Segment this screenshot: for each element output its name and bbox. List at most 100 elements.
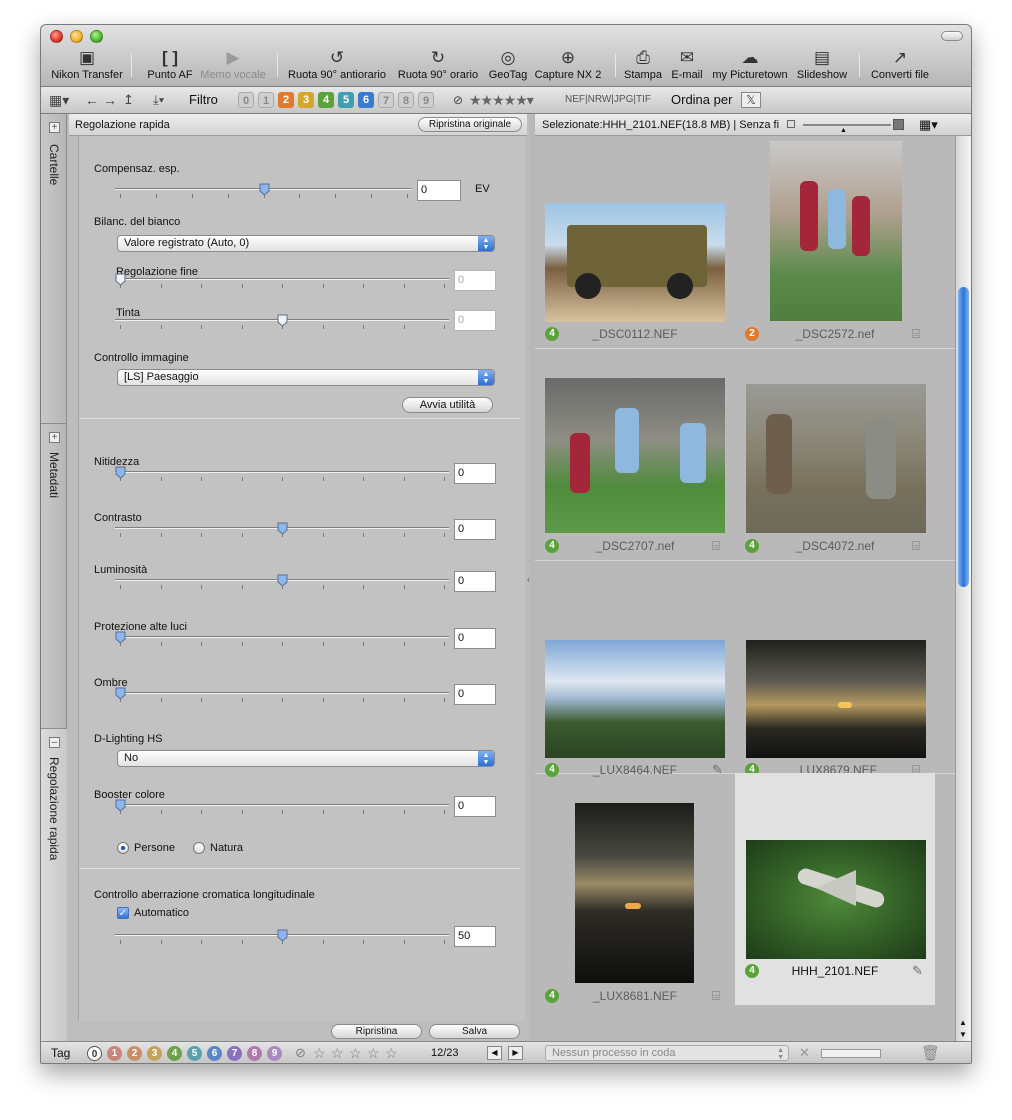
tint-input[interactable]: 0 bbox=[454, 310, 496, 331]
label-filter-8[interactable]: 8 bbox=[398, 92, 414, 108]
picturetown-button[interactable]: ☁ my Picturetown bbox=[711, 47, 789, 85]
tab-quick-adjust[interactable]: – Regolazione rapida bbox=[41, 729, 67, 1041]
scrollbar-thumb[interactable] bbox=[958, 287, 969, 587]
minimize-window-button[interactable] bbox=[70, 30, 83, 43]
highlight-protection-slider-thumb[interactable] bbox=[115, 631, 126, 644]
reset-original-button[interactable]: Ripristina originale bbox=[418, 117, 522, 132]
no-rating-icon[interactable]: ⊘ bbox=[295, 1045, 306, 1061]
tag-button-5[interactable]: 5 bbox=[187, 1046, 202, 1061]
file-type-filter[interactable]: NEF|NRW|JPG|TIF bbox=[565, 91, 651, 109]
thumbnail-cell[interactable]: 2 _DSC2572.nef ⌸ bbox=[735, 136, 935, 346]
tint-slider-thumb[interactable] bbox=[277, 314, 288, 327]
shadow-input[interactable]: 0 bbox=[454, 684, 496, 705]
thumbnail-cell[interactable]: 4 _DSC2707.nef ⌸ bbox=[535, 348, 735, 558]
no-rating-icon[interactable]: ⊘ bbox=[453, 91, 463, 109]
sharpness-input[interactable]: 0 bbox=[454, 463, 496, 484]
label-filter-4[interactable]: 4 bbox=[318, 92, 334, 108]
back-arrow-icon[interactable]: ← bbox=[85, 91, 99, 109]
brightness-input[interactable]: 0 bbox=[454, 571, 496, 592]
tag-button-9[interactable]: 9 bbox=[267, 1046, 282, 1061]
grid-view-icon[interactable]: ▦▾ bbox=[49, 91, 69, 109]
process-queue-select[interactable]: Nessun processo in coda ▲ ▼ bbox=[545, 1045, 789, 1061]
zoom-window-button[interactable] bbox=[90, 30, 103, 43]
contrast-input[interactable]: 0 bbox=[454, 519, 496, 540]
highlight-protection-slider-track[interactable] bbox=[115, 636, 449, 638]
toolbar-toggle-button[interactable] bbox=[941, 31, 963, 41]
shadow-slider-track[interactable] bbox=[115, 692, 449, 694]
rating-star-icon[interactable]: ☆ bbox=[349, 1045, 362, 1062]
geotag-button[interactable]: ◎ GeoTag bbox=[486, 47, 530, 85]
vertical-scrollbar[interactable]: ▲ ▼ bbox=[955, 136, 971, 1041]
brightness-slider-thumb[interactable] bbox=[277, 574, 288, 587]
print-button[interactable]: ⎙ Stampa bbox=[621, 47, 665, 85]
exposure-input[interactable]: 0 bbox=[417, 180, 461, 201]
fine-tune-slider-thumb[interactable] bbox=[115, 273, 126, 286]
save-button[interactable]: Salva bbox=[429, 1024, 520, 1039]
tag-button-6[interactable]: 6 bbox=[207, 1046, 222, 1061]
tag-button-8[interactable]: 8 bbox=[247, 1046, 262, 1061]
trash-icon[interactable]: 🗑 bbox=[921, 1044, 940, 1062]
view-mode-icon[interactable]: ▦▾ bbox=[919, 114, 938, 136]
parent-folder-icon[interactable]: ↥ bbox=[123, 91, 134, 109]
rotate-cw-button[interactable]: ↻ Ruota 90° orario bbox=[395, 47, 481, 85]
expand-icon[interactable]: + bbox=[49, 432, 60, 443]
color-booster-slider-thumb[interactable] bbox=[115, 799, 126, 812]
white-balance-select[interactable]: Valore registrato (Auto, 0) ▲ ▼ bbox=[117, 235, 495, 252]
thumbnail-image[interactable] bbox=[545, 203, 725, 322]
label-filter-2[interactable]: 2 bbox=[278, 92, 294, 108]
thumbnail-cell[interactable]: 4 _DSC4072.nef ⌸ bbox=[735, 348, 935, 558]
exposure-slider-thumb[interactable] bbox=[259, 183, 270, 196]
sharpness-slider-track[interactable] bbox=[115, 471, 449, 473]
tab-folders[interactable]: + Cartelle bbox=[41, 114, 67, 424]
tag-button-4[interactable]: 4 bbox=[167, 1046, 182, 1061]
reset-button[interactable]: Ripristina bbox=[331, 1024, 422, 1039]
fine-tune-slider-track[interactable] bbox=[115, 278, 449, 280]
fine-tune-input[interactable]: 0 bbox=[454, 270, 496, 291]
forward-arrow-icon[interactable]: → bbox=[103, 91, 117, 109]
thumbnail-size-slider[interactable] bbox=[803, 124, 891, 126]
thumbnail-cell[interactable]: 4 _LUX8681.NEF ⌸ bbox=[535, 773, 735, 1003]
slider-knob-icon[interactable]: ▲ bbox=[840, 127, 847, 134]
thumbnail-image[interactable] bbox=[770, 141, 902, 321]
picture-control-select[interactable]: [LS] Paesaggio ▲ ▼ bbox=[117, 369, 495, 386]
shadow-slider-thumb[interactable] bbox=[115, 687, 126, 700]
capture-nx-button[interactable]: ⊕ Capture NX 2 bbox=[533, 47, 603, 85]
download-icon[interactable]: ⤓▾ bbox=[153, 91, 164, 109]
thumbnail-cell[interactable]: 4 _DSC0112.NEF bbox=[535, 136, 735, 346]
sort-menu-icon[interactable]: 𝕏 bbox=[741, 92, 761, 108]
launch-utility-button[interactable]: Avvia utilità bbox=[402, 397, 493, 413]
label-filter-7[interactable]: 7 bbox=[378, 92, 394, 108]
thumbnail-cell[interactable]: 4 _LUX8464.NEF ✎ bbox=[535, 560, 735, 777]
expand-icon[interactable]: + bbox=[49, 122, 60, 133]
label-filter-6[interactable]: 6 bbox=[358, 92, 374, 108]
tag-button-0[interactable]: 0 bbox=[87, 1046, 102, 1061]
people-radio[interactable] bbox=[117, 842, 129, 854]
nature-radio[interactable] bbox=[193, 842, 205, 854]
tag-button-2[interactable]: 2 bbox=[127, 1046, 142, 1061]
small-thumb-icon[interactable] bbox=[787, 120, 795, 128]
label-filter-0[interactable]: 0 bbox=[238, 92, 254, 108]
rating-filter-stars[interactable]: ★★★★★▾ bbox=[469, 91, 534, 109]
label-filter-3[interactable]: 3 bbox=[298, 92, 314, 108]
convert-file-button[interactable]: ↗ Converti file bbox=[867, 47, 933, 85]
sharpness-slider-thumb[interactable] bbox=[115, 466, 126, 479]
rotate-ccw-button[interactable]: ↺ Ruota 90° antiorario bbox=[285, 47, 389, 85]
label-filter-9[interactable]: 9 bbox=[418, 92, 434, 108]
label-filter-1[interactable]: 1 bbox=[258, 92, 274, 108]
collapse-icon[interactable]: – bbox=[49, 737, 60, 748]
thumbnail-cell[interactable]: 4 _LUX8679.NEF ⌸ bbox=[735, 560, 935, 777]
slideshow-button[interactable]: ▤ Slideshow bbox=[793, 47, 851, 85]
tab-metadata[interactable]: + Metadati bbox=[41, 424, 67, 729]
cancel-process-icon[interactable]: ✕ bbox=[799, 1045, 810, 1061]
thumbnail-image[interactable] bbox=[746, 640, 926, 758]
thumbnail-image[interactable] bbox=[575, 803, 694, 983]
rating-star-icon[interactable]: ☆ bbox=[385, 1045, 398, 1062]
close-window-button[interactable] bbox=[50, 30, 63, 43]
thumbnail-image[interactable] bbox=[746, 384, 926, 533]
rating-star-icon[interactable]: ☆ bbox=[313, 1045, 326, 1062]
thumbnail-cell-selected[interactable]: 4 HHH_2101.NEF ✎ bbox=[735, 773, 935, 1005]
splitter-handle-icon[interactable]: ‹ bbox=[527, 574, 530, 584]
voice-memo-button[interactable]: ▶ Memo vocale bbox=[199, 47, 267, 85]
thumbnail-image[interactable] bbox=[746, 840, 926, 959]
auto-checkbox[interactable]: ✓ bbox=[117, 907, 129, 919]
